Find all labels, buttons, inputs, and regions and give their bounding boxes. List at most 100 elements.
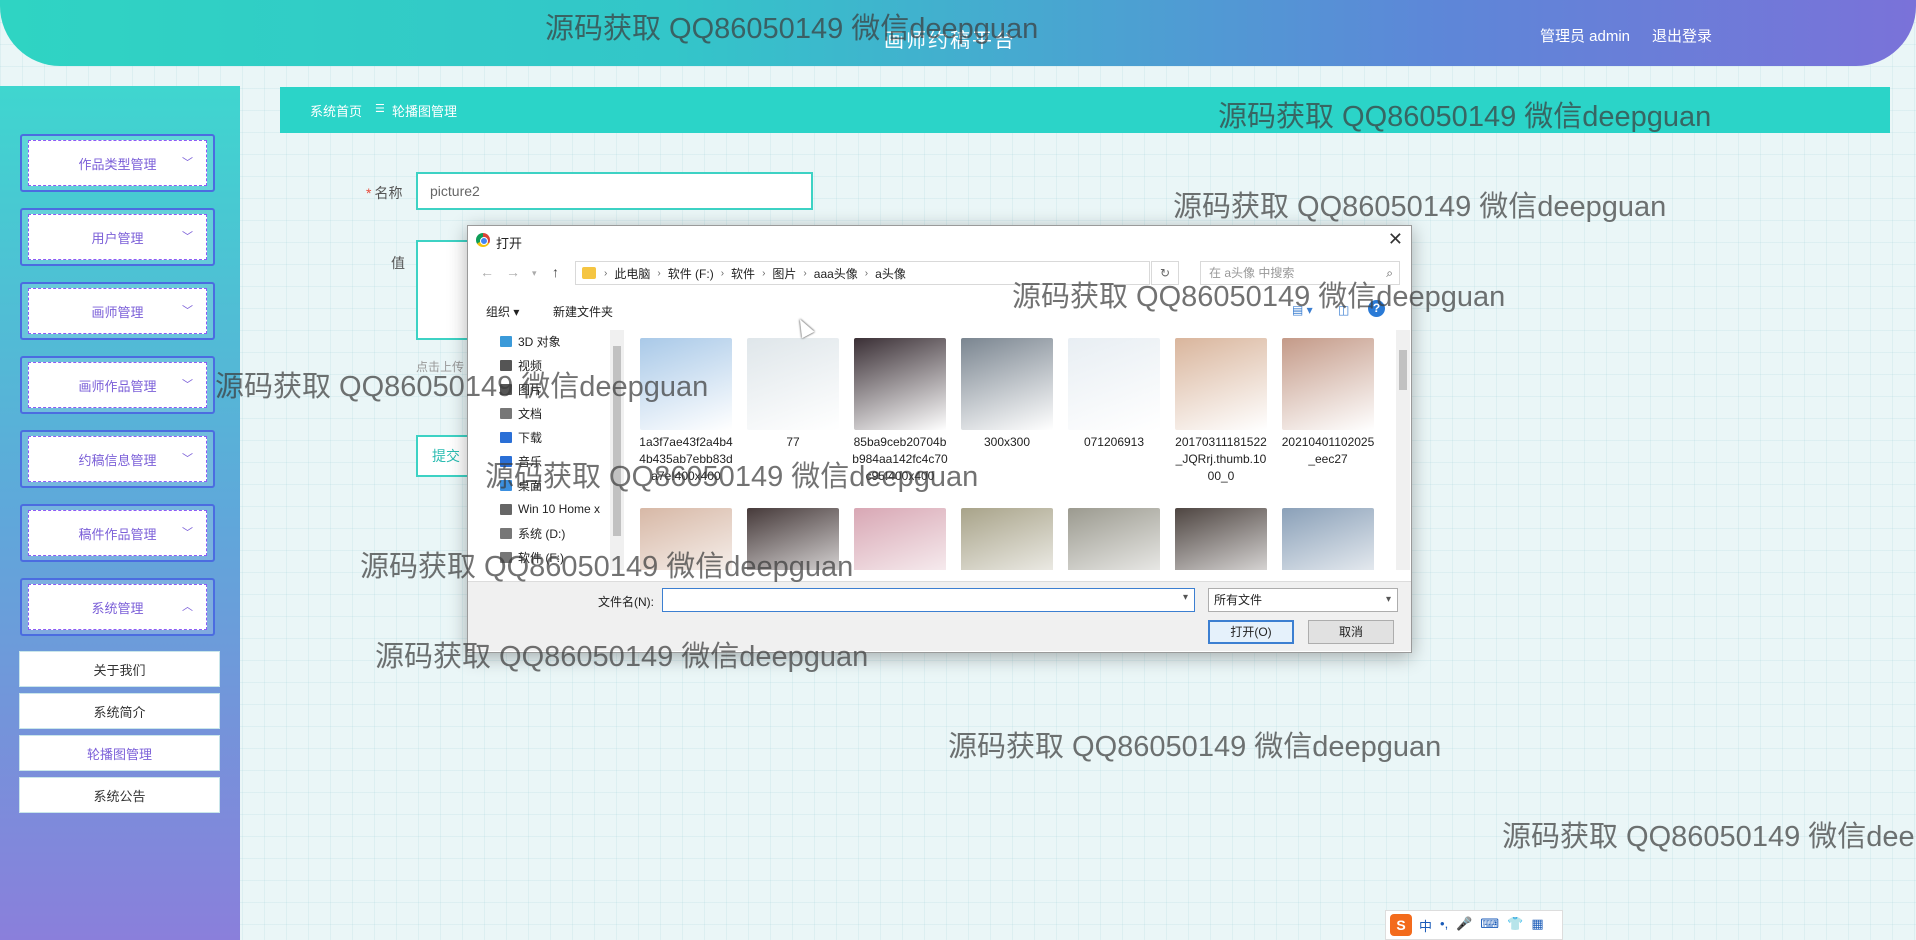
files-scrollbar[interactable] [1396,330,1410,570]
ime-toolbar[interactable]: S 中 •, 🎤 ⌨ 👕 ▦ [1385,910,1563,940]
forward-arrow-icon[interactable]: → [506,264,520,280]
folder-tree-item[interactable]: 软件 (F:) [500,546,564,568]
address-segment[interactable]: 软件 (F:) [668,265,714,282]
ime-tool-icon[interactable]: 🎤 [1456,916,1472,935]
sidebar-subitem[interactable]: 系统公告 [19,777,220,813]
image-thumbnail [1175,508,1267,570]
close-icon[interactable]: ✕ [1388,229,1403,250]
sidebar-subitem[interactable]: 轮播图管理 [19,735,220,771]
sidebar-menu-item[interactable]: 画师作品管理 ﹀ [20,356,215,414]
dialog-toolbar: 组织 ▾ 新建文件夹 ▤ ▾ ◫ ? [468,296,1411,324]
address-segment[interactable]: 图片 [772,265,796,282]
file-name: 20210401102025_eec27 [1281,435,1375,466]
address-segment[interactable]: aaa头像 [814,265,858,282]
sidebar-menu-item[interactable]: 画师管理 ﹀ [20,282,215,340]
file-item[interactable] [957,508,1057,570]
file-item[interactable]: 071206913 [1064,338,1164,508]
ime-tool-icon[interactable]: •, [1440,916,1448,935]
watermark: 源码获取 QQ86050149 微信deepguan [1502,821,1916,853]
name-input[interactable]: picture2 [416,172,813,210]
file-item[interactable] [1064,508,1164,570]
open-button[interactable]: 打开(O) [1208,620,1294,644]
folder-tree-item[interactable]: 音乐 [500,450,542,472]
folder-icon [500,335,512,347]
help-icon[interactable]: ? [1368,300,1385,317]
chevron-down-icon: ﹀ [182,453,193,465]
dialog-title: 打开 [496,236,523,251]
preview-pane-icon[interactable]: ◫ [1338,303,1349,317]
sidebar-menu-label: 稿件作品管理 [78,526,157,542]
logout-link[interactable]: 退出登录 [1652,25,1712,46]
image-thumbnail [854,338,946,430]
address-segment[interactable]: 此电脑 [614,265,650,282]
filetype-select[interactable]: 所有文件 ▾ [1208,588,1398,612]
organize-menu[interactable]: 组织 ▾ [486,303,519,320]
folder-tree-item[interactable]: 3D 对象 [500,330,561,352]
view-options-icon[interactable]: ▤ ▾ [1292,303,1313,317]
file-item[interactable]: 77 [743,338,843,508]
path-separator-icon: › [864,267,869,279]
folder-tree-item[interactable]: 文档 [500,402,542,424]
chevron-down-icon: ﹀ [182,527,193,539]
file-item[interactable] [850,508,950,570]
sidebar-menu-item[interactable]: 用户管理 ﹀ [20,208,215,266]
address-bar[interactable]: › 此电脑 › 软件 (F:) › 软件 › 图片 › aaa头像 › a头像 [575,261,1150,285]
refresh-icon[interactable]: ↻ [1151,261,1179,285]
watermark: 源码获取 QQ86050149 微信deepguan [948,731,1442,763]
file-item[interactable] [636,508,736,570]
back-arrow-icon[interactable]: ← [480,264,494,280]
search-input[interactable]: 在 a头像 中搜索 ⌕ [1200,261,1400,285]
address-segment[interactable]: 软件 [731,265,755,282]
new-folder-button[interactable]: 新建文件夹 [553,303,613,320]
sidebar-subitem[interactable]: 系统简介 [19,693,220,729]
file-item[interactable]: 300x300 [957,338,1057,508]
folder-tree-item[interactable]: 桌面 [500,474,542,496]
filename-input[interactable]: ▾ [662,588,1195,612]
ime-tool-icon[interactable]: ⌨ [1480,916,1499,935]
file-item[interactable]: 20210401102025_eec27 [1278,338,1378,508]
file-item[interactable] [743,508,843,570]
folder-tree-item[interactable]: 图片 [500,378,542,400]
up-arrow-icon[interactable]: ↑ [552,264,559,280]
path-separator-icon: › [803,267,807,279]
recent-chevron-icon[interactable]: ▾ [532,268,537,279]
image-thumbnail [1068,338,1160,430]
breadcrumb-current: 轮播图管理 [392,104,458,119]
breadcrumb: 系统首页 ☰ 轮播图管理 [280,87,1890,133]
sidebar-subitem[interactable]: 关于我们 [19,651,220,687]
name-label: * 名称 [366,185,403,201]
folder-tree: 3D 对象 视频 图片 文档 下载 音乐 桌面 Win 10 Home x 系统 (D:) 软件 … [468,330,626,570]
folder-tree-item[interactable]: 下载 [500,426,542,448]
folder-icon [500,551,512,563]
sidebar-menu-item[interactable]: 约稿信息管理 ﹀ [20,430,215,488]
path-separator-icon: › [657,267,661,279]
image-thumbnail [747,338,839,430]
ime-tool-icon[interactable]: 👕 [1507,916,1523,935]
dialog-navbar: ← → ▾ ↑ › 此电脑 › 软件 (F:) › 软件 › 图片 › aaa头像 › a头像 ↻ … [468,256,1411,290]
folder-icon [500,503,512,515]
sidebar-menu-item[interactable]: 作品类型管理 ﹀ [20,134,215,192]
file-item[interactable]: 20170311181522_JQRrj.thumb.1000_0 [1171,338,1271,508]
ime-tool-icon[interactable]: ▦ [1531,916,1543,935]
file-item[interactable] [1171,508,1271,570]
upload-tip: 点击上传 [416,360,465,374]
ime-tool-icon[interactable]: 中 [1419,916,1432,935]
chevron-down-icon[interactable]: ▾ [1183,592,1188,603]
tree-scrollbar[interactable] [610,330,624,570]
folder-tree-item[interactable]: 系统 (D:) [500,522,565,544]
sidebar-menu-item[interactable]: 系统管理 ︿ [20,578,215,636]
folder-tree-item[interactable]: Win 10 Home x [500,498,600,520]
cancel-button[interactable]: 取消 [1308,620,1394,644]
file-item[interactable]: 85ba9ceb20704bb984aa142fc4c70c95!400x400 [850,338,950,508]
address-segment[interactable]: a头像 [875,265,906,282]
dialog-titlebar: 打开 ✕ [468,226,1411,254]
sidebar-menu-item[interactable]: 稿件作品管理 ﹀ [20,504,215,562]
sidebar-menu-label: 作品类型管理 [78,156,157,172]
chevron-down-icon: ﹀ [182,305,193,317]
file-name: 85ba9ceb20704bb984aa142fc4c70c95!400x400 [852,435,948,483]
image-thumbnail [1175,338,1267,430]
file-item[interactable] [1278,508,1378,570]
breadcrumb-home[interactable]: 系统首页 [310,101,362,120]
folder-tree-item[interactable]: 视频 [500,354,542,376]
file-item[interactable]: 1a3f7ae43f2a4b44b435ab7ebb83da7e!400x400 [636,338,736,508]
